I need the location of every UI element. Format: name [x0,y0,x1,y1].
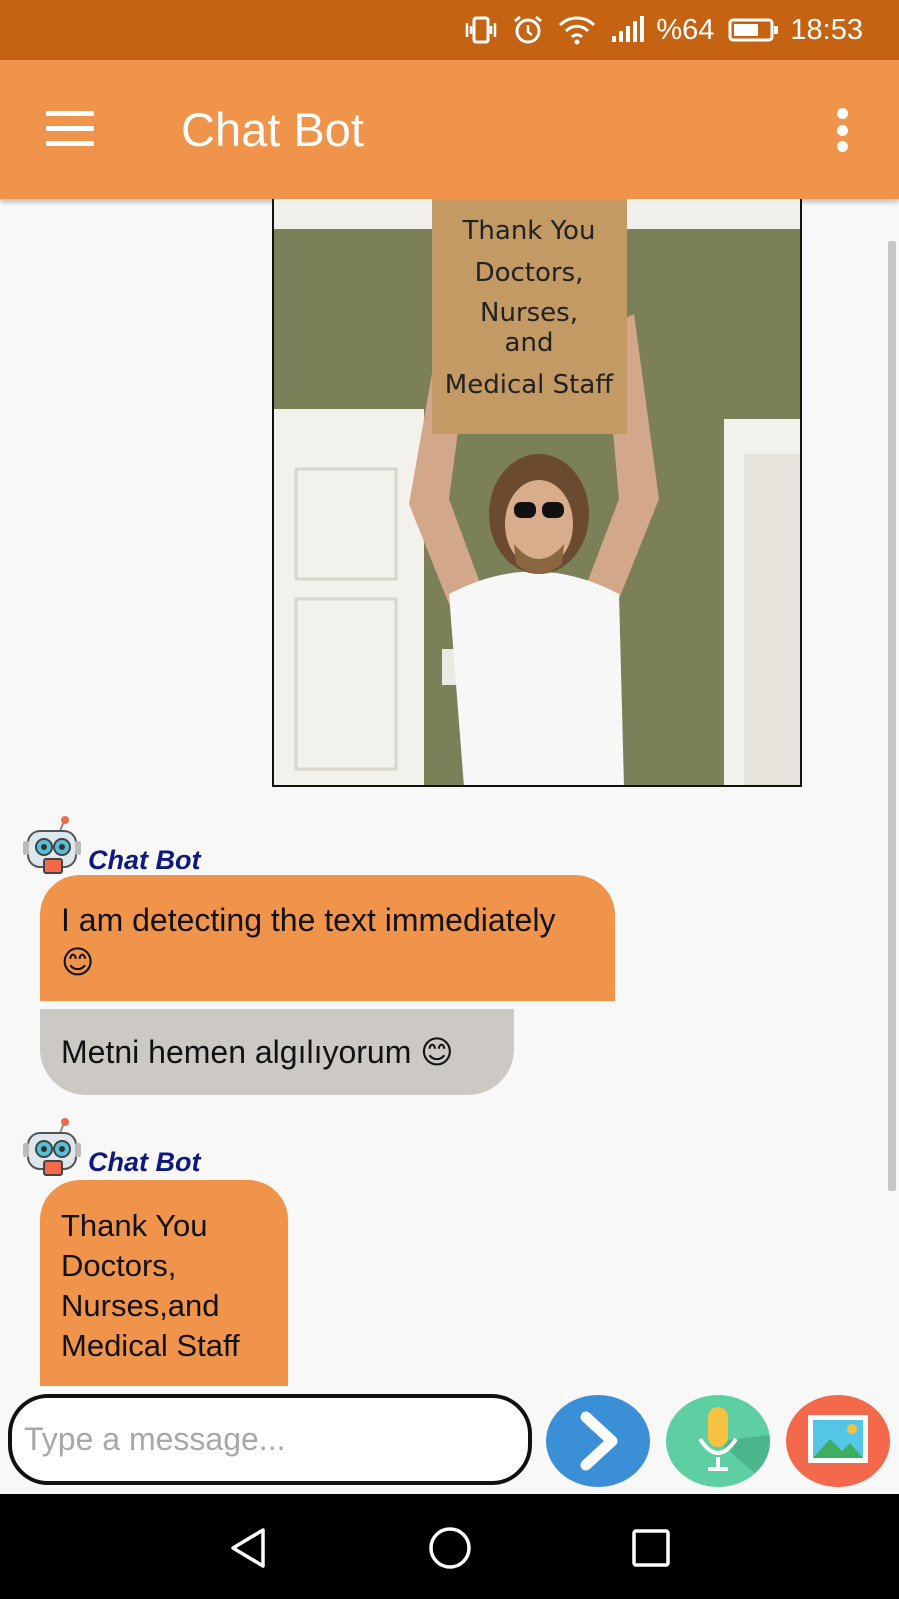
message-header: Chat Bot [22,1117,200,1184]
bot-message-bubble[interactable]: Thank You Doctors, Nurses,and Medical St… [40,1180,288,1386]
message-header: Chat Bot [22,815,200,882]
robot-avatar-icon [22,815,82,882]
sign-line-1: Thank You [462,216,596,246]
hamburger-menu-icon[interactable] [46,111,94,147]
chat-scrollbar[interactable] [888,241,896,1191]
send-icon [580,1411,618,1471]
gallery-button[interactable] [786,1395,890,1487]
wifi-icon [558,15,596,45]
app-bar: Chat Bot [0,60,899,199]
message-input[interactable] [8,1394,532,1485]
gallery-icon [808,1415,868,1463]
app-title: Chat Bot [181,103,364,156]
sign-line-3: Nurses, [480,298,578,328]
message-input-bar [0,1386,899,1494]
chat-area[interactable]: Thank You Doctors, Nurses, and Medical S… [0,199,899,1386]
sign-line-5: Medical Staff [445,370,615,400]
vibrate-icon [464,15,498,45]
recents-icon[interactable] [627,1524,675,1572]
signal-icon [610,16,646,44]
robot-avatar-icon [22,1117,82,1184]
battery-percent: %64 [656,13,715,46]
sign-line-2: Doctors, [475,258,584,288]
microphone-button[interactable] [666,1395,770,1487]
alarm-icon [512,14,544,46]
sender-name: Chat Bot [88,1147,201,1177]
send-button[interactable] [546,1395,650,1487]
microphone-icon [698,1407,770,1487]
sign-line-4: and [505,328,554,358]
bot-message-bubble[interactable]: I am detecting the text immediately 😊 [40,875,615,1001]
overflow-menu-icon[interactable] [830,108,854,152]
translation-bubble[interactable]: Metni hemen algılıyorum 😊 [40,1009,514,1095]
sent-photo[interactable]: Thank You Doctors, Nurses, and Medical S… [272,199,802,787]
status-bar: %64 18:53 [0,0,899,60]
battery-icon [728,17,780,43]
clock: 18:53 [790,13,863,46]
home-icon[interactable] [426,1524,474,1572]
system-nav-bar [0,1494,899,1599]
sender-name: Chat Bot [88,845,201,875]
back-icon[interactable] [225,1524,273,1572]
